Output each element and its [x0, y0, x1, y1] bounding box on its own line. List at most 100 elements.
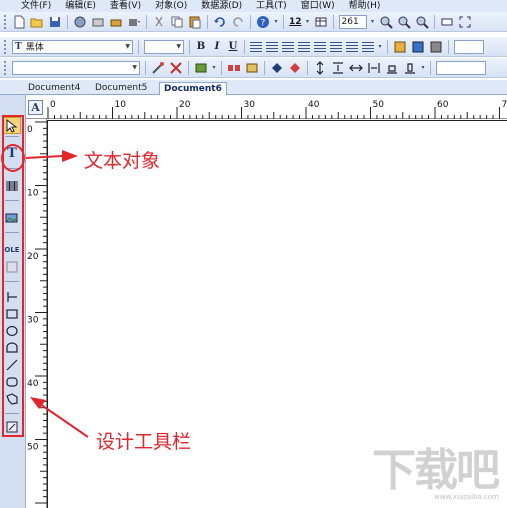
printer-dropdown-icon[interactable]: [126, 14, 142, 30]
save-icon[interactable]: [47, 14, 63, 30]
font-size-label[interactable]: 12: [287, 17, 304, 27]
menu-file[interactable]: 文件(F): [14, 0, 58, 12]
toolbar-separator: [207, 14, 208, 29]
dropdown-arrow-icon[interactable]: ▾: [370, 14, 376, 30]
copy-icon[interactable]: [169, 14, 185, 30]
align-base-icon[interactable]: [402, 60, 418, 76]
watermark-text: 下载吧: [372, 445, 500, 496]
valign-top-icon[interactable]: [330, 41, 342, 52]
shadow-icon[interactable]: [428, 39, 444, 55]
valign-middle-icon[interactable]: [346, 41, 358, 52]
font-name-select[interactable]: T 黑体 ▼: [12, 39, 133, 54]
border-color-icon[interactable]: [410, 39, 426, 55]
toolbar-grip[interactable]: [4, 60, 7, 75]
help-icon[interactable]: ?: [255, 14, 271, 30]
align-right-icon[interactable]: [282, 41, 294, 52]
dropdown-arrow-icon[interactable]: ▾: [273, 14, 279, 30]
chevron-down-icon: ▼: [125, 43, 130, 50]
fullscreen-icon[interactable]: [457, 14, 473, 30]
cut-icon[interactable]: [151, 14, 167, 30]
dropdown-arrow-icon[interactable]: ▾: [420, 60, 426, 76]
align-center-icon[interactable]: [266, 41, 278, 52]
dropdown-arrow-icon[interactable]: ▾: [211, 60, 217, 76]
ruler-label: 50: [27, 443, 39, 453]
undo-icon[interactable]: [212, 14, 228, 30]
object-select[interactable]: ▼: [12, 60, 140, 75]
vertical-space-icon[interactable]: [330, 60, 346, 76]
horizontal-space-icon[interactable]: [366, 60, 382, 76]
dropdown-arrow-icon[interactable]: ▾: [305, 14, 311, 30]
zoom-select[interactable]: 261: [338, 14, 367, 29]
fill-color-icon[interactable]: [392, 39, 408, 55]
ruler-label: 10: [27, 189, 39, 199]
open-folder-icon[interactable]: [29, 14, 45, 30]
font-type-icon: T: [15, 41, 22, 52]
vertical-ruler: 0 10 20 30 40 50: [26, 119, 47, 508]
toolbar-separator: [138, 39, 139, 54]
italic-button[interactable]: I: [210, 40, 224, 54]
zoom-in-icon[interactable]: [378, 14, 394, 30]
align-distribute-icon[interactable]: [314, 41, 326, 52]
toolbar-separator: [283, 14, 284, 29]
watermark-url: www.xiazaiba.com: [434, 493, 499, 501]
print-setup-icon[interactable]: [72, 14, 88, 30]
document-tabs: Document4 Document5 Document6: [0, 80, 507, 95]
transform-icon[interactable]: [168, 60, 184, 76]
ungroup-icon[interactable]: [244, 60, 260, 76]
layout-select[interactable]: [436, 60, 486, 75]
ruler-label: 50: [373, 100, 385, 110]
align-justify-icon[interactable]: [298, 41, 310, 52]
horizontal-center-icon[interactable]: [348, 60, 364, 76]
style-select[interactable]: [454, 39, 484, 54]
ruler-label: 40: [308, 100, 320, 110]
rotate-right-icon[interactable]: [287, 60, 303, 76]
bold-button[interactable]: B: [194, 40, 208, 54]
ruler-label: 0: [50, 100, 56, 110]
vertical-center-icon[interactable]: [312, 60, 328, 76]
svg-text:?: ?: [261, 18, 266, 28]
tab-document5[interactable]: Document5: [91, 82, 151, 95]
valign-bottom-icon[interactable]: [362, 41, 374, 52]
wand-icon[interactable]: [150, 60, 166, 76]
rotate-left-icon[interactable]: [269, 60, 285, 76]
ruler-label: 40: [27, 379, 39, 389]
print-icon[interactable]: [108, 14, 124, 30]
table-icon[interactable]: [313, 14, 329, 30]
toolbar-separator: [448, 39, 449, 54]
menu-tools[interactable]: 工具(T): [249, 0, 294, 12]
zoom-out-icon[interactable]: [396, 14, 412, 30]
paste-icon[interactable]: [187, 14, 203, 30]
menu-object[interactable]: 对象(O): [148, 0, 194, 12]
toolbar-grip[interactable]: [4, 39, 7, 54]
align-left-icon[interactable]: [250, 41, 262, 52]
redo-icon[interactable]: [230, 14, 246, 30]
align-bottom-icon[interactable]: [384, 60, 400, 76]
menu-window[interactable]: 窗口(W): [294, 0, 342, 12]
underline-button[interactable]: U: [226, 40, 240, 54]
font-size-select[interactable]: ▼: [144, 39, 184, 54]
group-icon[interactable]: [226, 60, 242, 76]
menu-help[interactable]: 帮助(H): [342, 0, 388, 12]
page-width-icon[interactable]: [439, 14, 455, 30]
preview-icon[interactable]: [90, 14, 106, 30]
toolbar-grip[interactable]: [4, 14, 7, 29]
zoom-fit-icon[interactable]: [414, 14, 430, 30]
tab-document4[interactable]: Document4: [24, 82, 84, 95]
vertical-ruler-ticks: 0 10 20 30 40 50: [27, 121, 47, 504]
toolbar-separator: [221, 60, 222, 75]
ruler-corner-button[interactable]: A: [28, 100, 43, 115]
format-toolbar: T 黑体 ▼ ▼ B I U ▾: [0, 37, 507, 57]
toolbar-separator: [433, 14, 435, 29]
dropdown-arrow-icon[interactable]: ▾: [377, 39, 383, 55]
menu-datasource[interactable]: 数据源(D): [194, 0, 249, 12]
menu-view[interactable]: 查看(V): [103, 0, 148, 12]
horizontal-ruler-ticks: 0 10 20 30 40 50 60 70: [47, 100, 507, 119]
ruler-label: 10: [115, 100, 127, 110]
new-file-icon[interactable]: [11, 14, 27, 30]
menu-edit[interactable]: 编辑(E): [58, 0, 103, 12]
tab-document6[interactable]: Document6: [159, 82, 227, 95]
watermark-logo: 下载吧 www.xiazaiba.com: [372, 445, 504, 502]
script-icon[interactable]: [193, 60, 209, 76]
toolbar-separator: [387, 39, 388, 54]
ruler-label: 20: [27, 252, 39, 262]
